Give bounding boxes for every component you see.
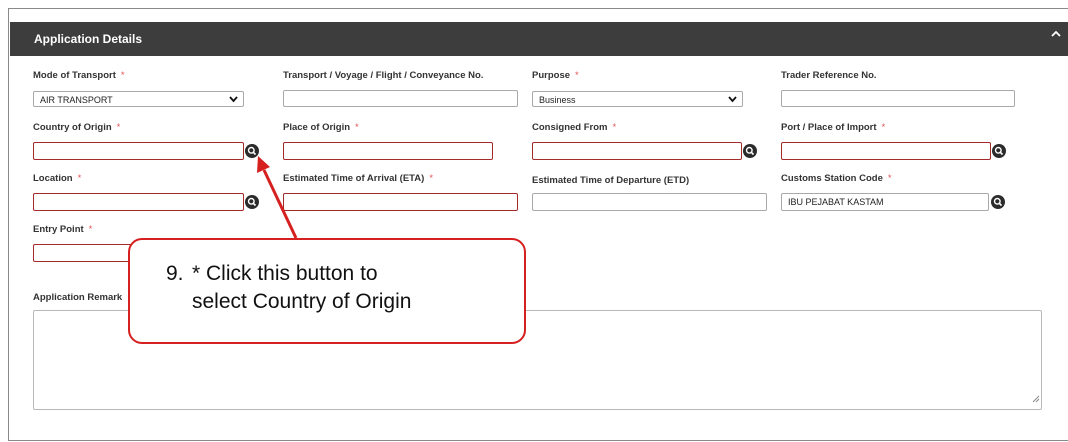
mode-of-transport-select[interactable]: AIR TRANSPORT [33, 91, 244, 107]
country-of-origin-search-icon[interactable] [245, 144, 259, 158]
transport-no-input[interactable] [283, 90, 518, 107]
consigned-from-input[interactable] [532, 142, 742, 160]
location-label: Location * [33, 173, 82, 184]
callout-line-2: select Country of Origin [192, 290, 412, 313]
etd-input[interactable] [532, 193, 767, 211]
callout-text: 9. * Click this button to select Country … [166, 260, 411, 316]
instruction-callout: 9. * Click this button to select Country … [128, 238, 526, 344]
callout-step-number: 9. [166, 262, 184, 285]
customs-station-label: Customs Station Code * [781, 173, 892, 184]
customs-station-input[interactable]: IBU PEJABAT KASTAM [781, 193, 989, 211]
etd-label: Estimated Time of Departure (ETD) [532, 175, 690, 186]
remarks-label: Application Remark [33, 292, 123, 303]
transport-no-label: Transport / Voyage / Flight / Conveyance… [283, 70, 484, 81]
panel-header[interactable]: Application Details [10, 22, 1068, 56]
eta-label: Estimated Time of Arrival (ETA) * [283, 173, 434, 184]
callout-line-1: * Click this button to [192, 262, 378, 285]
location-search-icon[interactable] [245, 195, 259, 209]
consigned-from-label: Consigned From * [532, 122, 617, 133]
place-of-origin-input[interactable] [283, 142, 493, 160]
place-of-origin-label: Place of Origin * [283, 122, 359, 133]
location-input[interactable] [33, 193, 244, 211]
country-of-origin-input[interactable] [33, 142, 244, 160]
country-of-origin-label: Country of Origin * [33, 122, 121, 133]
mode-of-transport-label: Mode of Transport * [33, 70, 125, 81]
trader-ref-label: Trader Reference No. [781, 70, 877, 81]
chevron-up-icon[interactable] [1050, 28, 1064, 42]
chevron-down-icon [728, 95, 737, 105]
trader-ref-input[interactable] [781, 90, 1015, 107]
customs-station-search-icon[interactable] [991, 195, 1005, 209]
purpose-select[interactable]: Business [532, 91, 743, 107]
chevron-down-icon [229, 95, 238, 105]
consigned-from-search-icon[interactable] [743, 144, 757, 158]
eta-input[interactable] [283, 193, 518, 211]
panel-title: Application Details [34, 32, 143, 46]
port-of-import-input[interactable] [781, 142, 991, 160]
entry-point-label: Entry Point * [33, 224, 93, 235]
port-of-import-label: Port / Place of Import * [781, 122, 886, 133]
port-of-import-search-icon[interactable] [992, 144, 1006, 158]
purpose-label: Purpose * [532, 70, 579, 81]
resize-grip-icon[interactable] [1032, 390, 1040, 408]
